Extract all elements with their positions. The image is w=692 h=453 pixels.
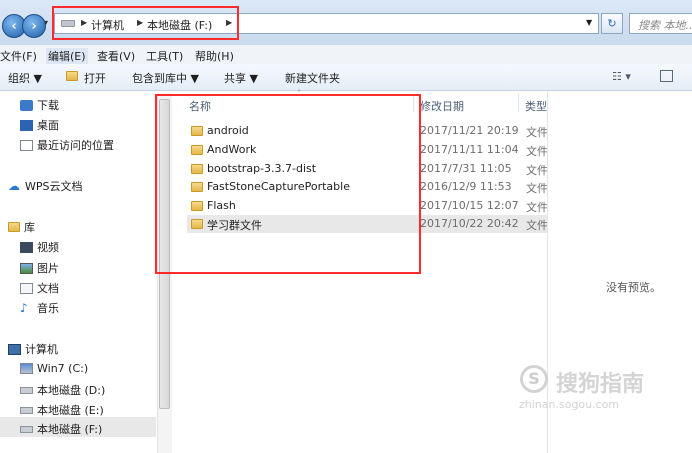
refresh-button[interactable]: ↻: [601, 13, 623, 34]
library-icon: [8, 222, 20, 232]
forward-arrow-icon: ›: [31, 18, 37, 34]
music-icon: ♪: [20, 300, 28, 315]
file-row-bootstrap[interactable]: bootstrap-3.3.7-dist 2017/7/31 11:05 文件: [187, 160, 548, 178]
file-row-flash[interactable]: Flash 2017/10/15 12:07 文件: [187, 197, 548, 215]
nav-item-drive-e[interactable]: 本地磁盘 (E:): [20, 402, 104, 418]
open-button[interactable]: 打开: [84, 70, 106, 86]
nav-item-recent[interactable]: 最近访问的位置: [20, 137, 114, 153]
windows-drive-icon: [20, 363, 33, 374]
folder-icon: [191, 145, 203, 155]
address-bar[interactable]: ▶ 计算机 ▶ 本地磁盘 (F:) ▶ ▼: [54, 13, 599, 34]
breadcrumb-separator-icon: ▶: [137, 18, 144, 27]
breadcrumb-separator-icon: ▶: [226, 18, 233, 27]
recent-places-icon: [20, 139, 33, 151]
back-arrow-icon: ‹: [11, 18, 17, 34]
breadcrumb-drive-f[interactable]: 本地磁盘 (F:): [147, 17, 212, 33]
computer-icon: [8, 343, 21, 355]
nav-item-downloads[interactable]: 下载: [20, 97, 59, 113]
menu-view[interactable]: 查看(V): [97, 48, 135, 64]
nav-item-pictures[interactable]: 图片: [20, 260, 59, 276]
folder-icon: [191, 164, 203, 174]
view-options-icon[interactable]: ☷ ▾: [612, 70, 631, 83]
folder-icon: [191, 201, 203, 211]
column-header-type[interactable]: 类型: [525, 98, 547, 114]
new-folder-button[interactable]: 新建文件夹: [285, 70, 340, 86]
drive-icon: [20, 386, 33, 394]
watermark-brand: 搜狗指南: [556, 372, 645, 397]
open-folder-icon: [66, 71, 79, 82]
watermark-url: zhinan.sogou.com: [519, 398, 620, 411]
preview-pane-toggle-icon[interactable]: [660, 70, 673, 82]
download-icon: [20, 99, 33, 111]
forward-button[interactable]: ›: [22, 14, 46, 38]
nav-item-music[interactable]: ♪ 音乐: [20, 300, 59, 316]
nav-item-libraries[interactable]: 库: [8, 219, 35, 235]
include-in-library-button[interactable]: 包含到库中 ▼: [132, 70, 199, 86]
address-history-dropdown-icon[interactable]: ▼: [586, 18, 592, 27]
nav-item-documents[interactable]: 文档: [20, 280, 59, 296]
file-row-study-group[interactable]: 学习群文件 2017/10/22 20:42 文件: [187, 215, 548, 233]
column-divider: [518, 94, 519, 112]
nav-item-computer[interactable]: 计算机: [8, 341, 58, 357]
menu-tools[interactable]: 工具(T): [146, 48, 183, 64]
menu-bar: 文件(F) 编辑(E) 查看(V) 工具(T) 帮助(H): [0, 45, 692, 65]
file-row-faststone[interactable]: FastStoneCapturePortable 2016/12/9 11:53…: [187, 178, 548, 196]
sort-indicator-icon: ˄: [297, 89, 301, 98]
breadcrumb-separator-icon: ▶: [81, 18, 88, 27]
column-header-name[interactable]: 名称: [189, 98, 211, 114]
menu-help[interactable]: 帮助(H): [195, 48, 234, 64]
column-header-modified[interactable]: 修改日期: [420, 98, 464, 114]
folder-icon: [191, 182, 203, 192]
navigation-scrollbar-thumb[interactable]: [159, 99, 170, 409]
drive-icon: [20, 406, 33, 414]
document-icon: [20, 282, 33, 294]
video-icon: [20, 241, 33, 253]
nav-item-drive-c[interactable]: Win7 (C:): [20, 362, 88, 375]
desktop-icon: [20, 119, 33, 131]
drive-icon: [20, 425, 33, 433]
refresh-icon: ↻: [607, 17, 617, 30]
drive-icon: [61, 20, 75, 27]
file-row-android[interactable]: android 2017/11/21 20:19 文件: [187, 122, 548, 140]
column-divider: [413, 94, 414, 112]
picture-icon: [20, 262, 33, 274]
sogou-logo-icon: S: [520, 365, 548, 393]
folder-icon: [191, 126, 203, 136]
nav-item-drive-f[interactable]: 本地磁盘 (F:): [20, 421, 102, 437]
no-preview-text: 没有预览。: [606, 281, 661, 294]
folder-icon: [191, 219, 203, 229]
nav-item-videos[interactable]: 视频: [20, 239, 59, 255]
nav-item-desktop[interactable]: 桌面: [20, 117, 59, 133]
breadcrumb-computer[interactable]: 计算机: [91, 17, 124, 33]
menu-file[interactable]: 文件(F): [0, 48, 37, 64]
file-row-andwork[interactable]: AndWork 2017/11/11 11:04 文件: [187, 141, 548, 159]
organize-button[interactable]: 组织 ▼: [8, 70, 42, 86]
nav-item-wps-cloud[interactable]: ☁ WPS云文档: [8, 178, 83, 194]
nav-item-drive-d[interactable]: 本地磁盘 (D:): [20, 382, 105, 398]
recent-pages-dropdown-icon[interactable]: ▾: [44, 18, 48, 27]
cloud-icon: ☁: [8, 178, 20, 193]
share-button[interactable]: 共享 ▼: [224, 70, 258, 86]
search-input[interactable]: 搜索 本地...: [629, 13, 692, 34]
command-toolbar: 组织 ▼ 打开 包含到库中 ▼ 共享 ▼ 新建文件夹 ☷ ▾: [0, 64, 692, 91]
menu-edit[interactable]: 编辑(E): [46, 48, 88, 64]
